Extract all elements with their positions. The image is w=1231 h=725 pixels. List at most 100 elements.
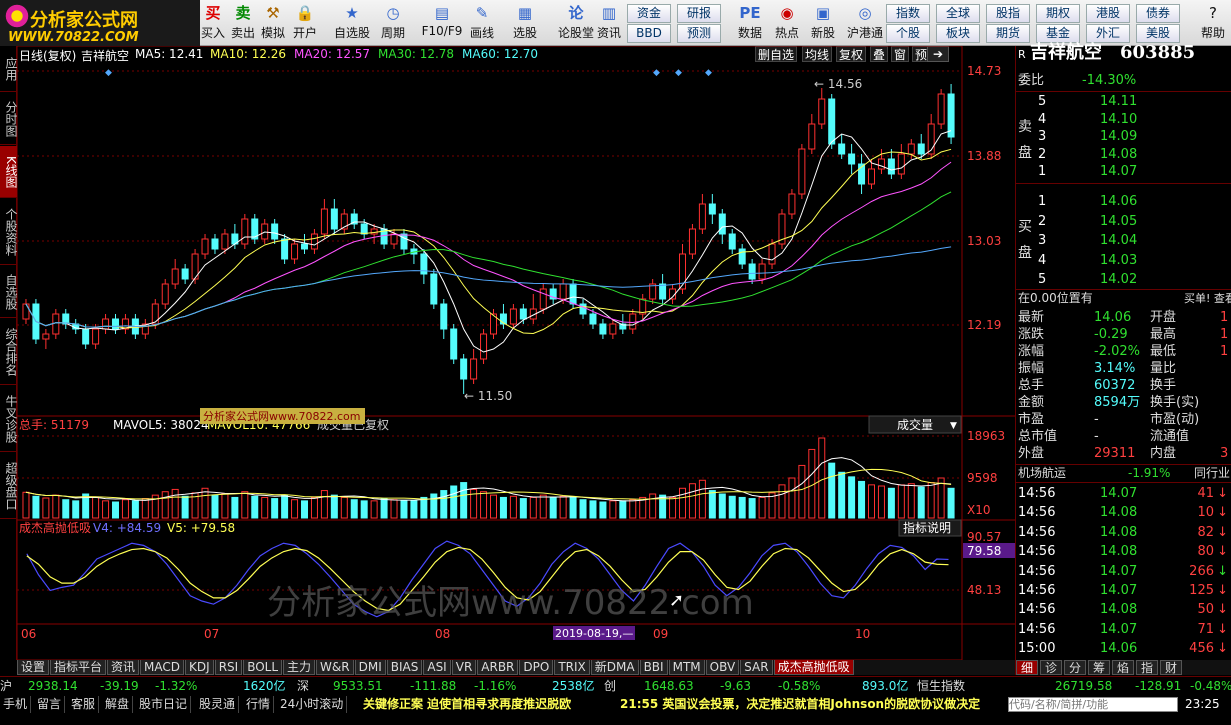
toolbar-button-clock[interactable]: ◷ 周期	[378, 2, 408, 44]
toolbar-button-discuss[interactable]: 论论股堂	[554, 2, 598, 44]
toolbar-button-hot[interactable]: ◉ 热点	[772, 2, 802, 44]
indicator-tab-16[interactable]: 新DMA	[590, 660, 639, 675]
footer-link-4[interactable]: 股市日记	[136, 696, 192, 713]
toolbar-button-doc[interactable]: ▤ F10/F9	[420, 2, 464, 44]
candle-body	[281, 238, 289, 260]
side-tab-6[interactable]: 牛叉诊股	[0, 386, 18, 452]
tick-time: 14:56	[1018, 486, 1056, 501]
volume-bar	[460, 482, 468, 519]
help-button[interactable]: ? 帮助	[1197, 2, 1229, 44]
indicator-tab-0[interactable]: 设置	[17, 660, 50, 675]
quick-button-14[interactable]: 外汇	[1086, 24, 1130, 43]
indicator-tab-3[interactable]: MACD	[140, 660, 185, 675]
indicator-tab-9[interactable]: DMI	[354, 660, 386, 675]
quote-tab-2[interactable]: 分	[1064, 660, 1086, 675]
footer-link-5[interactable]: 股灵通	[196, 696, 240, 713]
market-index-field: 1620亿	[243, 679, 286, 693]
toolbar-button-hk[interactable]: ◎ 沪港通	[843, 2, 887, 44]
indicator-tab-4[interactable]: KDJ	[185, 660, 214, 675]
side-tab-1[interactable]: 分时图	[0, 93, 18, 145]
indicator-tab-5[interactable]: RSI	[214, 660, 243, 675]
indicator-name: 成杰高抛低吸	[19, 520, 91, 535]
volume-bar	[788, 477, 796, 519]
quick-button-11[interactable]: 板块	[936, 24, 980, 43]
quote-tab-5[interactable]: 指	[1136, 660, 1158, 675]
quick-button-10[interactable]: 个股	[886, 24, 930, 43]
indicator-tab-21[interactable]: 成杰高抛低吸	[773, 660, 854, 675]
quote-tab-4[interactable]: 焰	[1112, 660, 1134, 675]
industry-compare-link[interactable]: 同行业	[1194, 465, 1230, 482]
quick-button-0[interactable]: 资金	[627, 4, 671, 23]
position-right[interactable]: 买单! 查看	[1184, 290, 1231, 307]
quick-button-8[interactable]: 港股	[1086, 4, 1130, 23]
quote-tab-0[interactable]: 细	[1016, 660, 1038, 675]
indicator-tab-19[interactable]: OBV	[705, 660, 740, 675]
quick-button-13[interactable]: 基金	[1036, 24, 1080, 43]
quick-button-4[interactable]: 指数	[886, 4, 930, 23]
quote-tab-1[interactable]: 诊	[1040, 660, 1062, 675]
indicator-tab-7[interactable]: 主力	[283, 660, 316, 675]
indicator-tab-18[interactable]: MTM	[668, 660, 705, 675]
toolbar-button-label: 画线	[469, 26, 494, 40]
quick-button-7[interactable]: 期权	[1036, 4, 1080, 23]
quick-button-12[interactable]: 期货	[986, 24, 1030, 43]
footer-link-2[interactable]: 客服	[68, 696, 100, 713]
toolbar-button-buy[interactable]: 买买入	[198, 2, 228, 44]
side-tab-3[interactable]: 个股资料	[0, 199, 18, 265]
side-tab-0[interactable]: 应用	[0, 46, 18, 92]
footer-link-6[interactable]: 行情	[243, 696, 275, 713]
indicator-tab-2[interactable]: 资讯	[107, 660, 140, 675]
footer-link-0[interactable]: 手机	[0, 696, 32, 713]
toolbar-button-pe[interactable]: PE 数据	[735, 2, 765, 44]
toolbar-button-pencil[interactable]: ✎ 画线	[467, 2, 497, 44]
quote-tab-3[interactable]: 筹	[1088, 660, 1110, 675]
quote-tab-6[interactable]: 财	[1160, 660, 1182, 675]
footer-link-3[interactable]: 解盘	[102, 696, 134, 713]
toolbar-button-hammer[interactable]: ⚒ 模拟	[258, 2, 288, 44]
indicator-tab-11[interactable]: ASI	[423, 660, 451, 675]
indicator-tab-20[interactable]: SAR	[740, 660, 773, 675]
tick-volume: 125	[1189, 583, 1214, 598]
quick-button-1[interactable]: 研报	[677, 4, 721, 23]
quick-button-2[interactable]: BBD	[627, 24, 671, 43]
month-tick-label: 07	[204, 627, 219, 641]
toolbar-button-sell[interactable]: 卖卖出	[228, 2, 258, 44]
news-ticker-1[interactable]: 关键修正案 迫使首相寻求再度推迟脱欧	[363, 696, 571, 713]
quick-button-3[interactable]: 预测	[677, 24, 721, 43]
side-tab-4[interactable]: 自选股	[0, 266, 18, 318]
toolbar-button-news[interactable]: ▥ 资讯	[594, 2, 624, 44]
footer-link-1[interactable]: 留言	[34, 696, 66, 713]
indicator-tab-10[interactable]: BIAS	[386, 660, 423, 675]
toolbar-button-newstock[interactable]: ▣ 新股	[808, 2, 838, 44]
indicator-tab-15[interactable]: TRIX	[554, 660, 590, 675]
candle-body	[171, 268, 179, 285]
indicator-tab-17[interactable]: BBI	[639, 660, 668, 675]
volume-bar	[281, 494, 289, 519]
kline-chart-area[interactable]: 日线(复权) 吉祥航空 MA5: 12.41 MA10: 12.26 MA20:…	[17, 46, 1015, 660]
indicator-tab-14[interactable]: DPO	[519, 660, 554, 675]
position-label: 在0.00位置有	[1018, 291, 1093, 305]
indicator-tab-13[interactable]: ARBR	[477, 660, 519, 675]
side-tab-2[interactable]: K线图	[0, 146, 18, 198]
quick-button-5[interactable]: 全球	[936, 4, 980, 23]
toolbar-button-grid[interactable]: ▦ 选股	[510, 2, 540, 44]
quick-button-6[interactable]: 股指	[986, 4, 1030, 23]
indicator-tab-12[interactable]: VR	[451, 660, 477, 675]
volume-unit-label: X10	[967, 503, 991, 517]
candle-body	[211, 238, 219, 250]
quick-button-9[interactable]: 债券	[1136, 4, 1180, 23]
toolbar-button-star[interactable]: ★ 自选股	[330, 2, 374, 44]
side-tab-7[interactable]: 超级盘口	[0, 453, 18, 519]
toolbar-button-label: 资讯	[596, 26, 621, 40]
stock-search-input[interactable]	[1008, 697, 1178, 712]
toolbar-button-lock[interactable]: 🔒 开户	[290, 2, 320, 44]
chart-svg[interactable]: 14.73 13.88 13.03 12.19 ← 14.56 ← 11.50 ◆ ◆ ◆ ◆ 总手…	[17, 46, 1015, 660]
news-ticker-2[interactable]: 21:55 英国议会投票，决定推迟就首相Johnson的脱欧协议做决定	[620, 696, 1006, 713]
side-tab-5[interactable]: 综合排名	[0, 319, 18, 385]
footer-link-7[interactable]: 24小时滚动	[277, 696, 348, 713]
indicator-tab-1[interactable]: 指标平台	[50, 660, 107, 675]
indicator-tab-6[interactable]: BOLL	[243, 660, 283, 675]
quick-button-15[interactable]: 美股	[1136, 24, 1180, 43]
candle-body	[838, 143, 846, 155]
indicator-tab-8[interactable]: W&R	[316, 660, 354, 675]
